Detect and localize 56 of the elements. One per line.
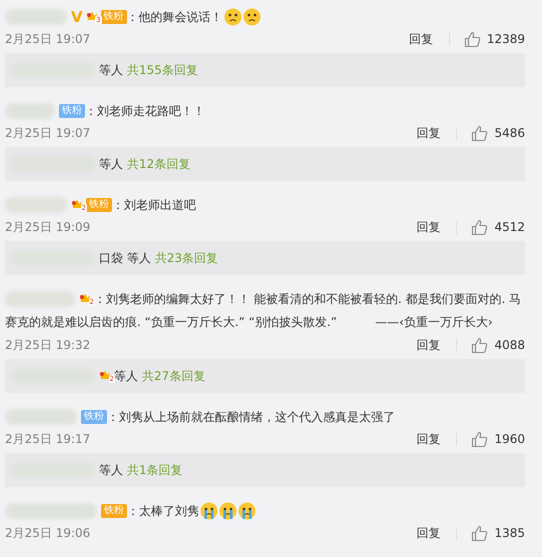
crying-face-icon: [238, 502, 256, 520]
crying-face-icon: [200, 502, 218, 520]
fan-badge: 铁粉: [100, 10, 127, 24]
verified-mark: V: [71, 8, 83, 26]
thumbs-up-icon[interactable]: [471, 218, 488, 236]
thumbs-up-icon[interactable]: [471, 336, 488, 354]
blurred-name: [5, 291, 75, 307]
thumbs-up-icon[interactable]: [464, 30, 481, 48]
reply-summary-bar[interactable]: 口袋 等人 共23条回复: [5, 241, 525, 275]
blurred-name: [5, 409, 77, 425]
comment-time: 2月25日 19:06: [5, 524, 90, 542]
reply-link[interactable]: 回复: [416, 524, 440, 542]
blurred-name: [5, 9, 67, 25]
like-count: 4512: [494, 220, 525, 234]
sad-face-icon: [224, 8, 242, 26]
comment-time: 2月25日 19:07: [5, 124, 90, 142]
thumbs-up-icon[interactable]: [471, 430, 488, 448]
comment-text: ：刘老师走花路吧！！: [85, 103, 205, 120]
thumbs-up-icon[interactable]: [471, 124, 488, 142]
reply-summary-bar[interactable]: 等人 共155条回复: [5, 53, 525, 87]
like-count: 12389: [486, 32, 525, 46]
comment-time: 2月25日 19:17: [5, 430, 90, 448]
comment-text: 赛克的就是难以启齿的痕. “负重一万斤长大.” “别怕披头散发.” ——‹负重一万斤长大›: [5, 314, 493, 331]
fan-badge: 铁粉: [86, 198, 112, 212]
thumbs-up-icon[interactable]: [471, 524, 488, 542]
blurred-name: [5, 197, 67, 213]
replier-names: 等人: [99, 462, 123, 478]
replier-names: 等人: [99, 156, 123, 172]
reply-link[interactable]: 回复: [416, 124, 440, 142]
like-count: 5486: [494, 126, 525, 140]
crying-face-icon: [219, 502, 237, 520]
fan-badge: 铁粉: [101, 504, 127, 518]
comment-text: ：刘老师出道吧: [112, 197, 196, 214]
replier-names: 等人: [114, 368, 138, 384]
comment-text: ：刘隽从上场前就在酝酿情绪，这个代入感真是太强了: [107, 409, 395, 426]
fan-badge: 铁粉: [59, 104, 85, 118]
reply-summary-bar[interactable]: 等人 共1条回复: [5, 453, 525, 487]
reply-link[interactable]: 回复: [416, 430, 440, 448]
comment-text: ：刘隽老师的编舞太好了！！ 能被看清的和不能被看轻的. 都是我们要面对的. 马: [94, 291, 522, 308]
comment-time: 2月25日 19:32: [5, 336, 90, 354]
reply-summary-bar[interactable]: 等人 共12条回复: [5, 147, 525, 181]
reply-link[interactable]: 回复: [416, 218, 440, 236]
fan-badge: 铁粉: [81, 410, 107, 424]
comment-time: 2月25日 19:09: [5, 218, 90, 236]
sad-face-icon: [242, 8, 261, 26]
comment-time: 2月25日 19:07: [5, 30, 90, 48]
blurred-name: [5, 103, 55, 119]
like-count: 1385: [494, 526, 525, 540]
replier-names: 口袋 等人: [99, 250, 151, 266]
like-count: 4088: [494, 338, 525, 352]
replier-names: 等人: [99, 62, 123, 78]
reply-link[interactable]: 回复: [416, 336, 440, 354]
comment-text: ：他的舞会说话！: [126, 9, 223, 26]
comment-text: ：太棒了刘隽: [127, 503, 199, 520]
reply-link[interactable]: 回复: [408, 30, 433, 48]
like-count: 1960: [494, 432, 525, 446]
